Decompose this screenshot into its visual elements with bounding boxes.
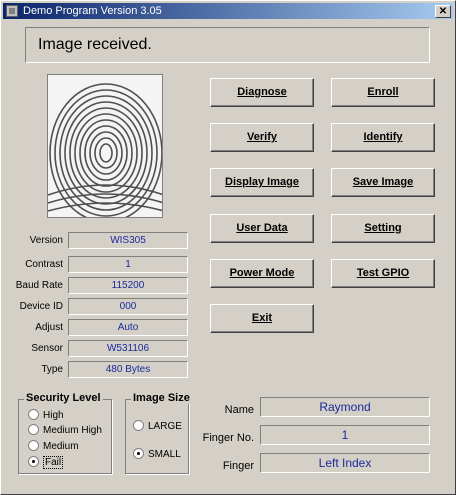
version-field: WIS305 [68, 232, 188, 249]
security-high-label: High [43, 410, 64, 421]
name-field: Raymond [260, 397, 430, 417]
enroll-button[interactable]: Enroll [331, 78, 435, 107]
image-size-group [125, 399, 189, 474]
device-id-label: Device ID [19, 301, 63, 312]
fingerprint-graphic [48, 75, 162, 217]
diagnose-button[interactable]: Diagnose [210, 78, 314, 107]
contrast-label: Contrast [25, 259, 63, 270]
security-medium-label: Medium [43, 441, 79, 452]
baud-rate-field: 115200 [68, 277, 188, 294]
title-bar[interactable]: Demo Program Version 3.05 ✕ [3, 3, 453, 19]
image-size-small-radio[interactable]: SMALL [133, 448, 181, 460]
test-gpio-button[interactable]: Test GPIO [331, 259, 435, 288]
main-window: Demo Program Version 3.05 ✕ Image receiv… [0, 0, 456, 495]
fingerprint-image [47, 74, 163, 218]
image-size-title: Image Size [131, 392, 192, 404]
version-label: Version [29, 235, 63, 246]
finger-no-field: 1 [260, 425, 430, 445]
exit-button[interactable]: Exit [210, 304, 314, 333]
radio-unchecked-icon [28, 424, 39, 435]
sensor-label: Sensor [31, 343, 63, 354]
security-high-radio[interactable]: High [28, 409, 64, 421]
window-title: Demo Program Version 3.05 [23, 5, 162, 17]
type-label: Type [41, 364, 63, 375]
finger-field: Left Index [260, 453, 430, 473]
adjust-label: Adjust [35, 322, 63, 333]
identify-button[interactable]: Identify [331, 123, 435, 152]
finger-label: Finger [222, 460, 254, 472]
display-image-button[interactable]: Display Image [210, 168, 314, 197]
type-field: 480 Bytes [68, 361, 188, 378]
close-icon: ✕ [438, 6, 448, 17]
finger-no-label: Finger No. [202, 432, 254, 444]
security-fail-radio[interactable]: Fail [28, 456, 64, 469]
image-size-large-radio[interactable]: LARGE [133, 420, 182, 432]
image-size-large-label: LARGE [148, 421, 182, 432]
security-fail-label: Fail [43, 456, 64, 469]
security-level-title: Security Level [24, 392, 103, 404]
contrast-field: 1 [68, 256, 188, 273]
security-medium-radio[interactable]: Medium [28, 440, 79, 452]
image-size-small-label: SMALL [148, 449, 181, 460]
security-medium-high-label: Medium High [43, 425, 102, 436]
close-button[interactable]: ✕ [435, 5, 451, 18]
status-message: Image received. [25, 27, 430, 63]
power-mode-button[interactable]: Power Mode [210, 259, 314, 288]
verify-button[interactable]: Verify [210, 123, 314, 152]
sensor-field: W531106 [68, 340, 188, 357]
radio-checked-icon [133, 448, 144, 459]
radio-unchecked-icon [28, 440, 39, 451]
name-label: Name [224, 404, 254, 416]
adjust-field: Auto [68, 319, 188, 336]
radio-checked-icon [28, 456, 39, 467]
security-medium-high-radio[interactable]: Medium High [28, 424, 102, 436]
device-id-field: 000 [68, 298, 188, 315]
app-icon [6, 5, 18, 17]
radio-unchecked-icon [28, 409, 39, 420]
setting-button[interactable]: Setting [331, 214, 435, 243]
baud-rate-label: Baud Rate [15, 280, 63, 291]
user-data-button[interactable]: User Data [210, 214, 314, 243]
save-image-button[interactable]: Save Image [331, 168, 435, 197]
radio-unchecked-icon [133, 420, 144, 431]
